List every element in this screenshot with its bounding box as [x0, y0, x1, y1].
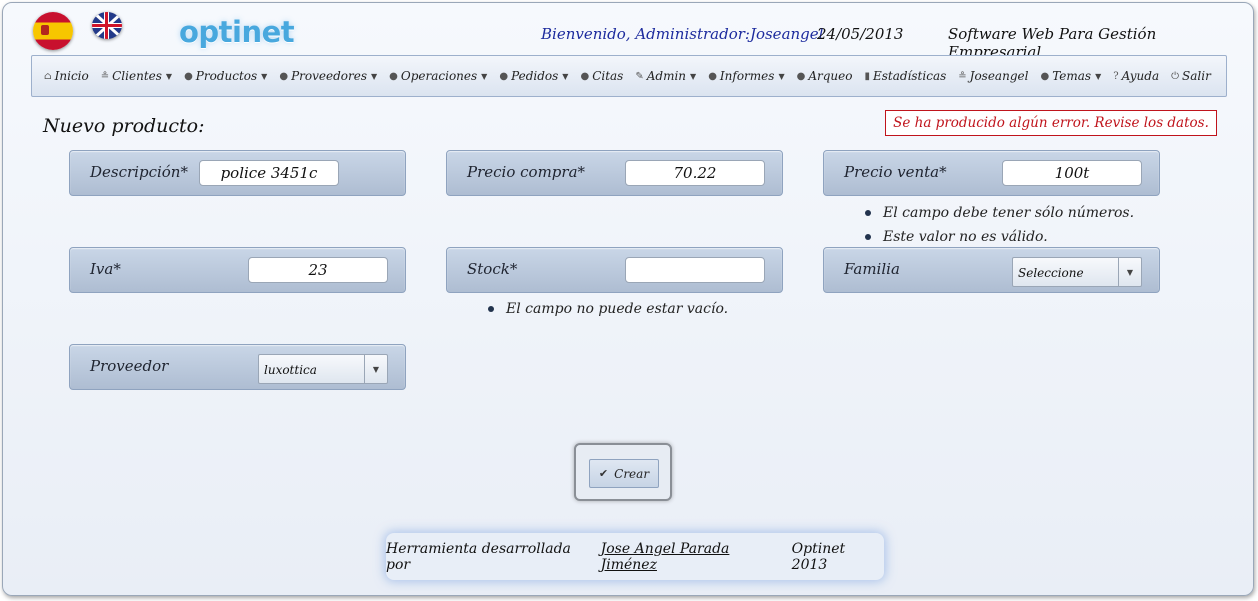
bullet-icon: ● [796, 70, 806, 82]
main-menu: ⌂ Inicio ≗ Clientes ▼ ● Productos ▼ ● Proveedores… [31, 55, 1227, 97]
error-item: El campo debe tener sólo números. [863, 201, 1134, 225]
proveedor-selected: luxottica [264, 363, 317, 377]
footer-suffix: Optinet 2013 [791, 540, 846, 573]
bullet-icon: ● [1040, 70, 1050, 82]
bullet-icon: ● [580, 70, 590, 82]
stock-field: Stock* [446, 247, 783, 293]
menu-item-salir[interactable]: ⏻ Salir [1159, 69, 1211, 83]
menu-item-label: Temas [1052, 69, 1092, 83]
chevron-down-icon[interactable]: ▼ [1118, 258, 1141, 286]
proveedor-field: Proveedor luxottica ▼ [69, 344, 406, 390]
menu-item-label: Inicio [54, 69, 89, 83]
menu-item-arqueo[interactable]: ● Arqueo [785, 69, 853, 83]
user-icon: ≗ [958, 70, 967, 82]
menu-item-label: Joseangel [969, 69, 1029, 83]
precio-venta-field: Precio venta* [823, 150, 1160, 196]
create-button[interactable]: ✔ Crear [589, 459, 659, 488]
user-icon: ≗ [100, 70, 110, 82]
bullet-icon: ● [389, 70, 398, 82]
create-button-frame: ✔ Crear [574, 443, 672, 501]
precio-venta-label: Precio venta* [844, 163, 947, 181]
menu-item-label: Citas [592, 69, 624, 83]
menu-item-label: Proveedores [291, 69, 367, 83]
bullet-icon: ● [708, 70, 717, 82]
menu-item-productos[interactable]: ● Productos ▼ [172, 69, 267, 83]
error-banner: Se ha producido algún error. Revise los … [885, 110, 1217, 136]
menu-item-joseangel[interactable]: ≗ Joseangel [946, 69, 1028, 83]
proveedor-select[interactable]: luxottica ▼ [258, 354, 388, 384]
familia-select[interactable]: Seleccione ▼ [1012, 257, 1142, 287]
wrench-icon: ✎ [635, 70, 644, 82]
bullet-icon: ● [499, 70, 509, 82]
check-icon: ✔ [598, 467, 609, 480]
menu-item-label: Operaciones [400, 69, 478, 83]
menu-item-label: Estadísticas [872, 69, 947, 83]
iva-field: Iva* [69, 247, 406, 293]
spain-flag-icon[interactable] [33, 12, 73, 50]
iva-label: Iva* [90, 260, 121, 278]
menu-item-inicio[interactable]: ⌂ Inicio [32, 69, 89, 83]
error-item: El campo no puede estar vacío. [486, 297, 728, 321]
menu-item-temas[interactable]: ● Temas ▼ [1028, 69, 1101, 83]
menu-item-proveedores[interactable]: ● Proveedores ▼ [267, 69, 377, 83]
page-title: Nuevo producto: [43, 115, 205, 137]
menu-item-label: Salir [1182, 69, 1211, 83]
menu-item-informes[interactable]: ● Informes ▼ [696, 69, 784, 83]
iva-input[interactable] [248, 257, 388, 283]
descripcion-field: Descripción* [69, 150, 406, 196]
menu-item-estadisticas[interactable]: ▮ Estadísticas [852, 69, 946, 83]
precio-venta-input[interactable] [1002, 160, 1142, 186]
stock-input[interactable] [625, 257, 765, 283]
app-window: optinet Bienvenido, Administrador:Josean… [2, 2, 1254, 596]
familia-field: Familia Seleccione ▼ [823, 247, 1160, 293]
uk-flag-icon[interactable] [92, 12, 122, 39]
chart-icon: ▮ [864, 70, 870, 82]
app-logo: optinet [179, 15, 295, 49]
bullet-icon: ● [279, 70, 289, 82]
precio-compra-label: Precio compra* [467, 163, 586, 181]
menu-item-ayuda[interactable]: ? Ayuda [1101, 69, 1159, 83]
menu-item-clientes[interactable]: ≗ Clientes ▼ [89, 69, 172, 83]
descripcion-label: Descripción* [90, 163, 188, 181]
proveedor-label: Proveedor [90, 357, 169, 375]
footer-prefix: Herramienta desarrollada por [386, 540, 571, 573]
menu-item-label: Productos [195, 69, 258, 83]
create-button-label: Crear [614, 466, 650, 481]
footer: Herramienta desarrollada por Jose Angel … [386, 533, 884, 580]
menu-item-pedidos[interactable]: ● Pedidos ▼ [487, 69, 568, 83]
menu-item-label: Arqueo [808, 69, 853, 83]
menu-item-label: Admin [646, 69, 687, 83]
help-icon: ? [1113, 70, 1119, 82]
stock-errors: El campo no puede estar vacío. [486, 297, 728, 321]
menu-item-citas[interactable]: ● Citas [568, 69, 623, 83]
menu-item-admin[interactable]: ✎ Admin ▼ [623, 69, 696, 83]
menu-item-operaciones[interactable]: ● Operaciones ▼ [377, 69, 487, 83]
precio-compra-field: Precio compra* [446, 150, 783, 196]
menu-item-label: Informes [719, 69, 775, 83]
menu-item-label: Pedidos [511, 69, 559, 83]
familia-label: Familia [844, 260, 900, 278]
precio-compra-input[interactable] [625, 160, 765, 186]
chevron-down-icon[interactable]: ▼ [364, 355, 387, 383]
error-item: Este valor no es válido. [863, 225, 1134, 249]
bullet-icon: ● [184, 70, 193, 82]
author-link[interactable]: Jose Angel Parada Jiménez [601, 541, 788, 573]
current-date: 24/05/2013 [817, 25, 904, 43]
descripcion-input[interactable] [199, 160, 339, 186]
precio-venta-errors: El campo debe tener sólo números. Este v… [863, 201, 1134, 249]
stock-label: Stock* [467, 260, 518, 278]
menu-item-label: Ayuda [1121, 69, 1160, 83]
power-icon: ⏻ [1171, 70, 1180, 82]
home-icon: ⌂ [44, 70, 52, 82]
familia-selected: Seleccione [1018, 266, 1084, 280]
menu-item-label: Clientes [112, 69, 162, 83]
welcome-text: Bienvenido, Administrador:Joseangel [541, 25, 824, 43]
